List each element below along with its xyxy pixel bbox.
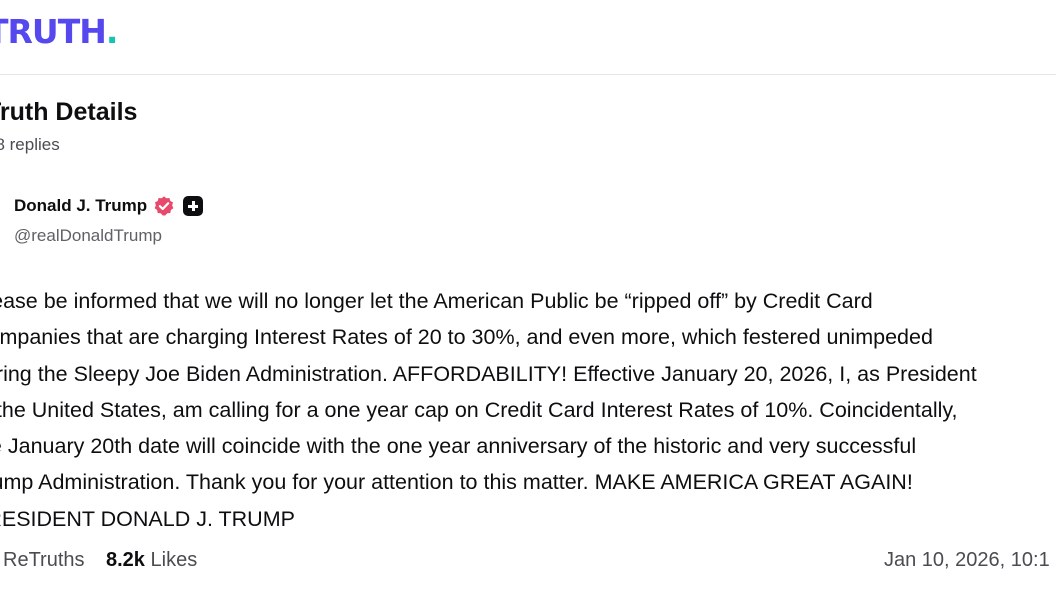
likes-number: 8.2k [106,549,145,571]
truth-details-page: TRUTH. Truth Details 98 replies Donald J… [0,0,1056,594]
top-bar: TRUTH. [0,0,1056,75]
author-name[interactable]: Donald J. Trump [14,196,147,216]
post-stats: ReTruths 8.2k Likes Jan 10, 2026, 10:1 [0,547,1056,577]
page-title: Truth Details [0,98,138,126]
post-line: of the United States, am calling for a o… [0,397,958,422]
author-handle[interactable]: @realDonaldTrump [14,226,162,246]
post-line: Please be informed that we will no longe… [0,289,873,313]
post-body: Please be informed that we will no longe… [0,283,1056,537]
logo-dot: . [105,12,119,51]
post-timestamp: Jan 10, 2026, 10:1 [884,549,1050,571]
plus-badge-icon [183,196,204,216]
likes-count[interactable]: 8.2k Likes [106,549,197,572]
author-row: Donald J. Trump [14,195,204,217]
post-line: during the Sleepy Joe Biden Administrati… [0,361,977,386]
logo-text: TRUTH [0,12,107,51]
post-line: Companies that are charging Interest Rat… [0,325,933,350]
post-line: the January 20th date will coincide with… [0,434,917,459]
reply-count: 98 replies [0,135,60,154]
retruths-count[interactable]: ReTruths [3,549,85,572]
likes-label: Likes [150,549,198,571]
post-line: PRESIDENT DONALD J. TRUMP [0,506,295,531]
post-line: Trump Administration. Thank you for your… [0,470,913,495]
verified-badge-icon [154,196,174,216]
truth-social-logo[interactable]: TRUTH. [0,10,119,54]
